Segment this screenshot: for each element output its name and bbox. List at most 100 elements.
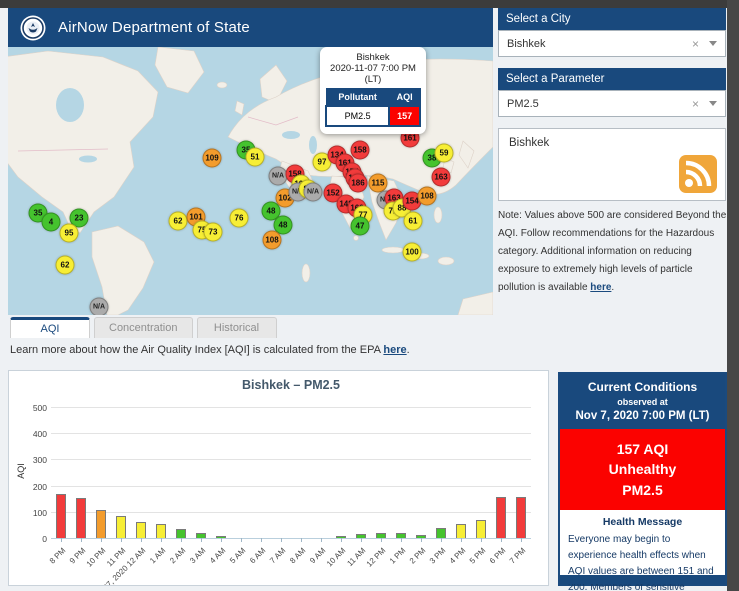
chart-y-tick-label: 500 (17, 403, 47, 413)
conditions-category: Unhealthy (564, 459, 721, 479)
chart-x-tick (461, 538, 462, 542)
view-tabs: AQIConcentrationHistorical (8, 317, 277, 338)
aqi-marker[interactable]: 158 (351, 141, 370, 160)
chart-x-tick (521, 538, 522, 542)
aqi-marker[interactable]: 95 (60, 224, 79, 243)
popup-pollutant-header: Pollutant (326, 89, 389, 107)
aqi-note: Note: Values above 500 are considered Be… (498, 207, 727, 297)
chart-gridline (51, 512, 531, 513)
rss-feed-box: Bishkek (498, 128, 726, 201)
aqi-marker[interactable]: 108 (263, 231, 282, 250)
map-popup: Bishkek 2020-11-07 7:00 PM (LT) Pollutan… (320, 47, 426, 134)
learn-more-text: Learn more about how the Air Quality Ind… (10, 344, 410, 356)
chart-x-tick (341, 538, 342, 542)
chart-bar (176, 529, 186, 538)
epa-link[interactable]: here (383, 344, 406, 356)
aqi-marker[interactable]: 108 (418, 187, 437, 206)
chart-x-tick (221, 538, 222, 542)
world-map[interactable]: 354239562N/A1093551621017573764848108102… (8, 47, 493, 315)
tab-concentration[interactable]: Concentration (94, 317, 193, 338)
chart-y-tick-label: 200 (17, 482, 47, 492)
aqi-marker[interactable]: N/A (304, 183, 323, 202)
note-period: . (611, 282, 614, 293)
aqi-marker[interactable]: 186 (349, 174, 368, 193)
rss-city-label: Bishkek (509, 137, 549, 149)
aqi-marker[interactable]: 76 (230, 209, 249, 228)
note-here-link[interactable]: here (590, 282, 611, 293)
aqi-marker[interactable]: 109 (203, 149, 222, 168)
current-conditions-panel: Current Conditions observed at Nov 7, 20… (558, 372, 727, 586)
chart-x-tick (161, 538, 162, 542)
chart-x-tick (401, 538, 402, 542)
city-caret-down-icon[interactable] (709, 41, 717, 46)
aqi-marker[interactable]: 51 (246, 148, 265, 167)
learn-more-prefix: Learn more about how the Air Quality Ind… (10, 344, 383, 356)
city-select[interactable]: Bishkek × (498, 30, 726, 57)
chart-x-tick (421, 538, 422, 542)
chart-bar (136, 522, 146, 539)
parameter-clear-icon[interactable]: × (692, 97, 699, 111)
select-parameter-header: Select a Parameter (498, 68, 726, 90)
aqi-marker[interactable]: 100 (403, 243, 422, 262)
conditions-title: Current Conditions (564, 380, 721, 394)
aqi-marker[interactable]: N/A (269, 167, 288, 186)
aqi-chart-panel: Bishkek – PM2.5 AQI 01002003004005008 PM… (8, 370, 549, 586)
chart-bar (156, 524, 166, 538)
chart-bar (76, 498, 86, 538)
parameter-select-value: PM2.5 (507, 98, 692, 110)
popup-aqi-value: 157 (389, 106, 420, 126)
chart-x-tick (141, 538, 142, 542)
chart-x-tick (261, 538, 262, 542)
tab-historical[interactable]: Historical (197, 317, 277, 338)
chart-y-tick-label: 400 (17, 429, 47, 439)
chart-gridline (51, 433, 531, 434)
chart-x-tick (381, 538, 382, 542)
aqi-marker[interactable]: 62 (56, 256, 75, 275)
chart-bar (476, 520, 486, 538)
popup-table: Pollutant AQI PM2.5 157 (325, 88, 421, 127)
chart-y-tick-label: 0 (17, 534, 47, 544)
conditions-header: Current Conditions observed at Nov 7, 20… (560, 374, 725, 429)
chart-x-tick (281, 538, 282, 542)
chart-bar (456, 524, 466, 538)
chart-x-tick (301, 538, 302, 542)
rss-icon[interactable] (679, 155, 717, 193)
aqi-marker[interactable]: 61 (404, 212, 423, 231)
chart-bar (56, 494, 66, 538)
parameter-caret-down-icon[interactable] (709, 101, 717, 106)
learn-more-suffix: . (407, 344, 410, 356)
chart-x-tick (201, 538, 202, 542)
aqi-marker[interactable]: 4 (42, 213, 61, 232)
chart-gridline (51, 459, 531, 460)
chart-x-tick (181, 538, 182, 542)
chart-x-tick (81, 538, 82, 542)
aqi-marker[interactable]: N/A (90, 298, 109, 316)
city-select-value: Bishkek (507, 38, 692, 50)
chart-title: Bishkek – PM2.5 (51, 378, 531, 392)
chart-x-tick (501, 538, 502, 542)
chart-bar (516, 497, 526, 538)
popup-timezone: (LT) (325, 74, 421, 85)
chart-x-tick (121, 538, 122, 542)
city-clear-icon[interactable]: × (692, 37, 699, 51)
chart-y-tick-label: 100 (17, 508, 47, 518)
conditions-pollutant: PM2.5 (564, 480, 721, 500)
chart-x-tick (441, 538, 442, 542)
aqi-marker[interactable]: 73 (204, 223, 223, 242)
page-title: AirNow Department of State (58, 19, 250, 36)
tab-aqi[interactable]: AQI (10, 317, 90, 338)
chart-bar (116, 516, 126, 538)
note-text: Note: Values above 500 are considered Be… (498, 210, 726, 293)
aqi-marker[interactable]: 62 (169, 212, 188, 231)
conditions-footer-bar (560, 575, 725, 584)
aqi-marker[interactable]: 163 (432, 168, 451, 187)
chart-y-tick-label: 300 (17, 455, 47, 465)
parameter-select[interactable]: PM2.5 × (498, 90, 726, 117)
app-header: AirNow Department of State (8, 8, 493, 47)
window-chrome-right (727, 0, 739, 591)
aqi-marker[interactable]: 59 (435, 144, 454, 163)
health-message-title: Health Message (568, 516, 717, 528)
popup-city: Bishkek (325, 52, 421, 63)
aqi-marker[interactable]: 47 (351, 217, 370, 236)
chart-x-tick (321, 538, 322, 542)
